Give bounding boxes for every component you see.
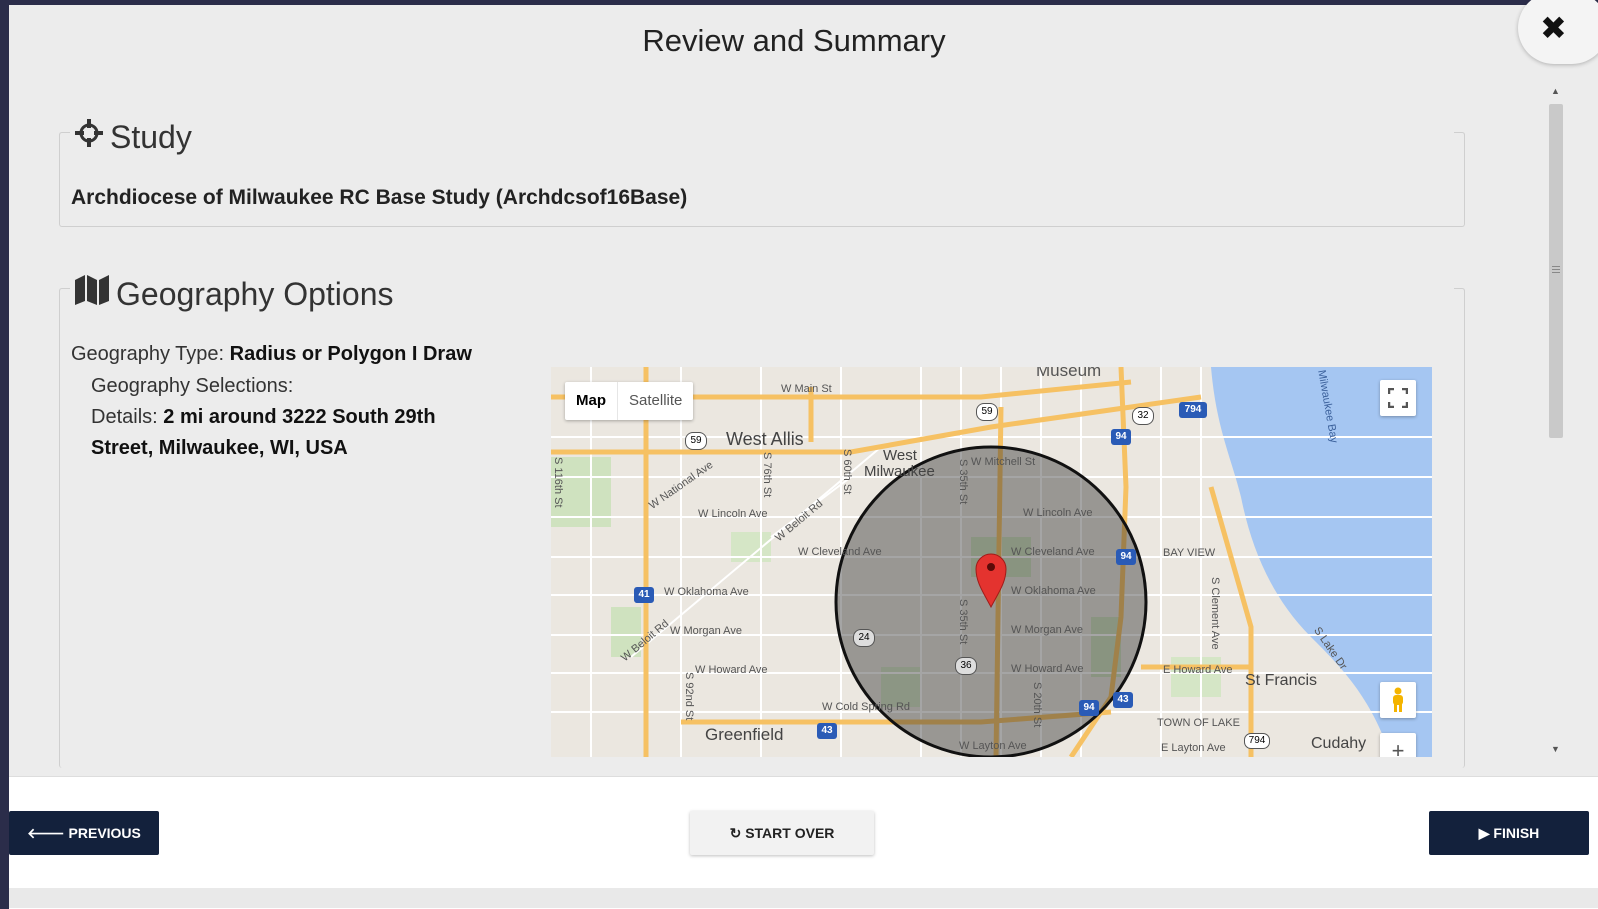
details-value-line-2: Street, Milwaukee, WI, USA — [91, 437, 348, 460]
modal-title: Review and Summary — [642, 23, 946, 58]
start-over-button[interactable]: ↻ START OVER — [690, 811, 874, 855]
map-label-w-cleveland-ave-1: W Cleveland Ave — [798, 546, 882, 558]
highway-shield-794-1: 794 — [1179, 402, 1207, 418]
map-label-w-oklahoma-ave-2: W Oklahoma Ave — [1011, 585, 1096, 597]
map-type-map-button[interactable]: Map — [565, 382, 617, 420]
details-value-2: Street, Milwaukee, WI, USA — [91, 437, 348, 459]
map-label-w-mitchell-st: W Mitchell St — [971, 456, 1036, 468]
highway-shield-36: 36 — [955, 657, 977, 675]
previous-button-label: PREVIOUS — [68, 825, 141, 841]
highway-shield-94-3: 94 — [1079, 700, 1099, 716]
map-label-s-60th-st: S 60th St — [841, 449, 853, 495]
map-label-west: West — [883, 447, 917, 464]
arrow-left-icon: 🡐 — [27, 825, 65, 841]
highway-shield-94-1: 94 — [1111, 429, 1131, 445]
highway-shield-41: 41 — [634, 587, 654, 603]
start-over-button-label: START OVER — [745, 825, 835, 841]
map-label-s-116th-st: S 116th St — [552, 457, 564, 508]
map-label-s-20th-st: S 20th St — [1031, 682, 1043, 728]
highway-shield-24: 24 — [853, 629, 875, 647]
highway-shield-43-1: 43 — [817, 723, 837, 739]
finish-button[interactable]: ▶ FINISH — [1429, 811, 1589, 855]
street-view-button[interactable] — [1380, 682, 1416, 718]
highway-shield-59-1: 59 — [685, 432, 707, 450]
map-label-w-morgan-ave-2: W Morgan Ave — [1011, 624, 1083, 636]
previous-button[interactable]: 🡐 PREVIOUS — [9, 811, 159, 855]
map-label-w-lincoln-ave-1: W Lincoln Ave — [698, 508, 768, 520]
map-label-w-cold-spring-rd: W Cold Spring Rd — [822, 701, 911, 713]
map-type-satellite-button[interactable]: Satellite — [617, 382, 693, 420]
study-heading: Study — [70, 118, 198, 156]
map-type-toggle: Map Satellite — [565, 382, 694, 420]
study-panel — [59, 132, 1465, 227]
finish-button-label: FINISH — [1493, 825, 1540, 841]
pegman-icon — [1390, 687, 1406, 718]
map-icon — [74, 274, 110, 314]
highway-shield-94-2: 94 — [1116, 549, 1136, 565]
crosshair-icon — [74, 118, 104, 156]
geography-heading: Geography Options — [70, 274, 400, 314]
close-icon: ✖ — [1540, 9, 1567, 47]
highway-shield-59-2: 59 — [976, 403, 998, 421]
details-value-1: 2 mi around 3222 South 29th — [163, 406, 436, 428]
map-label-w-lincoln-ave-2: W Lincoln Ave — [1023, 507, 1093, 519]
fullscreen-icon — [1387, 387, 1409, 413]
study-heading-label: Study — [110, 118, 192, 155]
map-label-bay-view: BAY VIEW — [1163, 547, 1216, 559]
scrollbar-thumb[interactable] — [1549, 104, 1563, 438]
map-label-e-howard-ave: E Howard Ave — [1163, 664, 1233, 676]
map-view[interactable]: West Allis West Milwaukee Greenfield St … — [551, 367, 1432, 757]
map-label-w-cleveland-ave-2: W Cleveland Ave — [1011, 546, 1095, 558]
geography-type-row: Geography Type: Radius or Polygon I Draw — [71, 343, 472, 366]
map-label-greenfield: Greenfield — [705, 725, 784, 744]
map-label-west-allis: West Allis — [726, 429, 804, 449]
details-label: Details: — [91, 406, 158, 428]
fullscreen-button[interactable] — [1380, 380, 1416, 416]
study-name: Archdiocese of Milwaukee RC Base Study (… — [71, 186, 688, 209]
highway-shield-43-2: 43 — [1113, 692, 1133, 708]
scroll-down-icon[interactable]: ▼ — [1551, 744, 1560, 754]
refresh-icon: ↻ — [729, 825, 742, 841]
map-label-e-layton-ave: E Layton Ave — [1161, 742, 1226, 754]
footer-bottom-strip — [9, 888, 1598, 908]
highway-shield-794-2: 794 — [1244, 733, 1270, 749]
map-label-w-oklahoma-ave-1: W Oklahoma Ave — [664, 586, 749, 598]
map-label-museum: Museum — [1036, 367, 1102, 380]
map-label-s-76th-st: S 76th St — [761, 452, 773, 498]
map-label-cudahy: Cudahy — [1311, 735, 1367, 752]
map-label-s-35th-st-2: S 35th St — [957, 599, 969, 645]
zoom-in-button[interactable]: + — [1380, 733, 1416, 757]
map-label-w-howard-ave-1: W Howard Ave — [695, 664, 768, 676]
map-label-s-35th-st-1: S 35th St — [957, 459, 969, 505]
map-label-milwaukee: Milwaukee — [864, 463, 935, 480]
map-label-s-clement-ave: S Clement Ave — [1209, 577, 1221, 650]
geography-selections-label: Geography Selections: — [91, 375, 294, 397]
map-label-w-morgan-ave-1: W Morgan Ave — [670, 625, 742, 637]
map-label-town-of-lake: TOWN OF LAKE — [1157, 717, 1240, 729]
map-label-w-howard-ave-2: W Howard Ave — [1011, 663, 1084, 675]
geography-type-label: Geography Type: — [71, 343, 225, 365]
close-button[interactable]: ✖ — [1518, 0, 1598, 64]
geography-details-row: Details: 2 mi around 3222 South 29th — [91, 406, 436, 429]
map-label-w-main-st: W Main St — [781, 383, 832, 395]
geography-heading-label: Geography Options — [116, 275, 394, 312]
geography-type-value: Radius or Polygon I Draw — [229, 343, 472, 365]
play-icon: ▶ — [1478, 825, 1490, 841]
map-label-st-francis: St Francis — [1245, 672, 1318, 689]
scroll-up-icon[interactable]: ▲ — [1551, 86, 1560, 96]
map-label-s-92nd-st: S 92nd St — [683, 672, 695, 721]
map-label-w-layton-ave: W Layton Ave — [959, 740, 1027, 752]
highway-shield-32: 32 — [1132, 407, 1154, 425]
